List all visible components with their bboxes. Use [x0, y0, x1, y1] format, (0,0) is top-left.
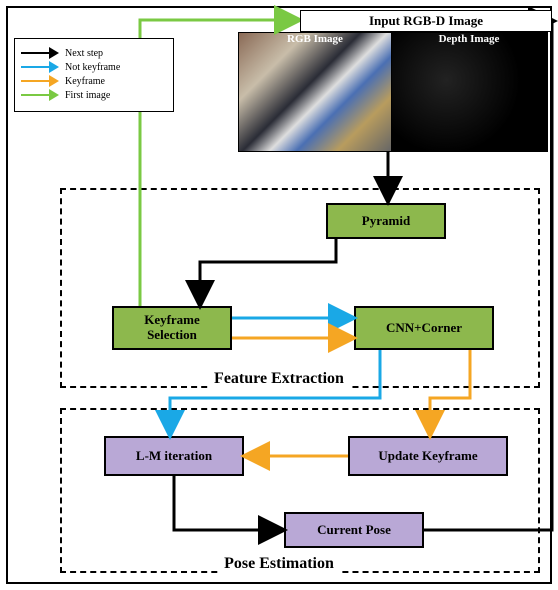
- node-label: Update Keyframe: [378, 449, 477, 464]
- arrow-icon: [21, 47, 59, 59]
- node-current-pose: Current Pose: [284, 512, 424, 548]
- group-title-pose-estimation: Pose Estimation: [0, 555, 558, 573]
- legend-row-notkeyframe: Not keyframe: [21, 61, 167, 73]
- rgb-image-label: RGB Image: [238, 33, 392, 47]
- group-feature-extraction: [60, 188, 540, 388]
- legend-label: Next step: [65, 48, 103, 59]
- node-pyramid: Pyramid: [326, 203, 446, 239]
- node-lm-iteration: L-M iteration: [104, 436, 244, 476]
- node-label: Current Pose: [317, 523, 391, 538]
- rgb-image-placeholder: [238, 32, 392, 152]
- input-title-text: Input RGB-D Image: [369, 13, 483, 28]
- legend-label: First image: [65, 90, 110, 101]
- legend-label: Not keyframe: [65, 62, 120, 73]
- arrow-icon: [21, 61, 59, 73]
- legend-row-first: First image: [21, 89, 167, 101]
- node-label: Pyramid: [362, 214, 410, 229]
- legend-row-keyframe: Keyframe: [21, 75, 167, 87]
- depth-image-placeholder: [392, 32, 548, 152]
- node-keyframe-selection: Keyframe Selection: [112, 306, 232, 350]
- node-cnn-corner: CNN+Corner: [354, 306, 494, 350]
- arrow-icon: [21, 75, 59, 87]
- input-title-box: Input RGB-D Image: [300, 10, 552, 32]
- group-pose-estimation: [60, 408, 540, 573]
- depth-image-label: Depth Image: [392, 33, 546, 47]
- node-label: CNN+Corner: [386, 321, 462, 336]
- legend-row-next: Next step: [21, 47, 167, 59]
- diagram-canvas: Next step Not keyframe Keyframe First im…: [0, 0, 558, 590]
- arrow-icon: [21, 89, 59, 101]
- legend-label: Keyframe: [65, 76, 105, 87]
- node-label: Keyframe Selection: [144, 313, 200, 343]
- legend-box: Next step Not keyframe Keyframe First im…: [14, 38, 174, 112]
- group-title-feature-extraction: Feature Extraction: [0, 370, 558, 388]
- node-update-keyframe: Update Keyframe: [348, 436, 508, 476]
- node-label: L-M iteration: [136, 449, 212, 464]
